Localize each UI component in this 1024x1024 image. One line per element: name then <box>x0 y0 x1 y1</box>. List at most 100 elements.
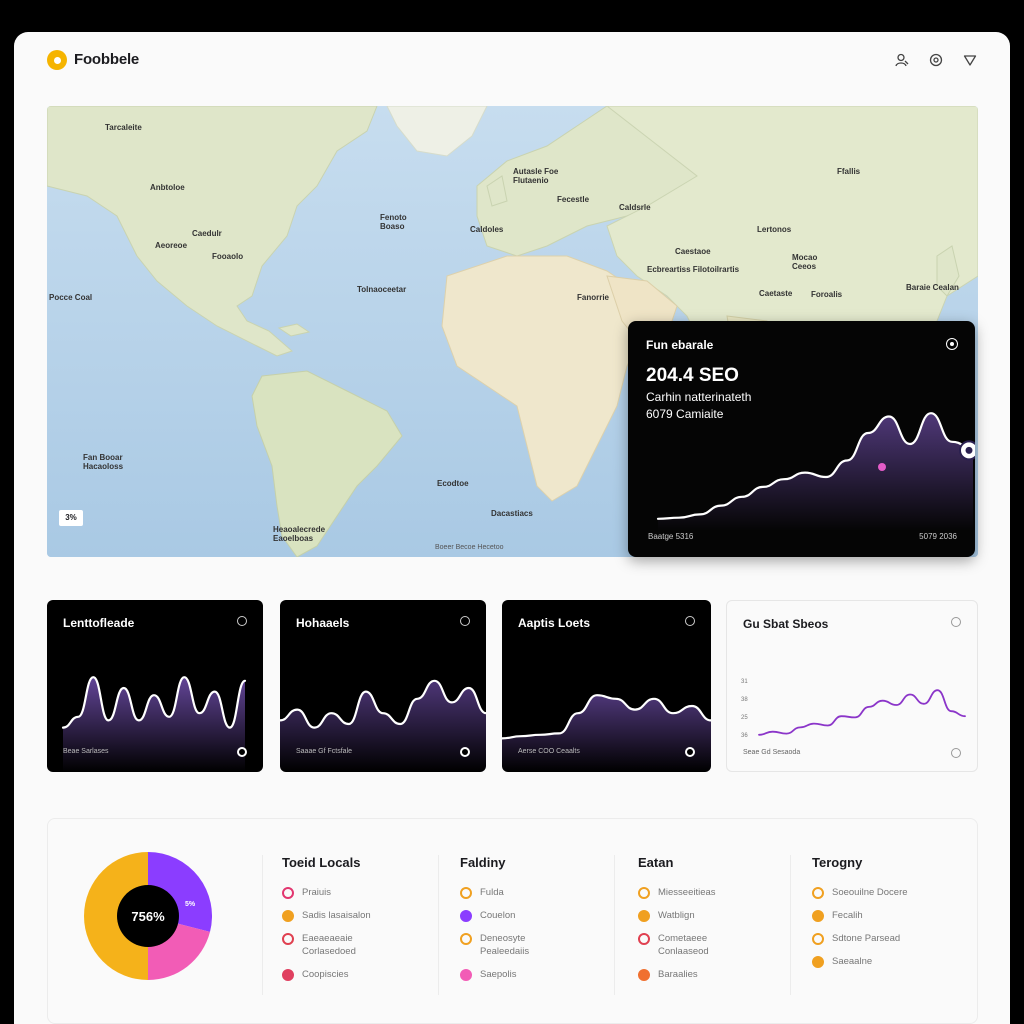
list-item[interactable]: Praiuis <box>282 886 442 899</box>
map-label: Caldoles <box>470 225 504 234</box>
map-label: Foroalis <box>811 290 843 299</box>
map-label: Aeoreoe <box>155 241 188 250</box>
card-title: Lenttofleade <box>63 616 135 630</box>
list-item-label: Fulda <box>480 887 504 898</box>
list-item-label: Couelon <box>480 910 516 921</box>
divider <box>614 855 615 995</box>
list-item-label: Sdtone Parsead <box>832 933 901 944</box>
map-label: Ffallis <box>837 167 861 176</box>
card-info-icon[interactable] <box>237 616 247 626</box>
list-item[interactable]: Soeouilne Docere <box>812 886 972 899</box>
list-item-label: Fecalih <box>832 910 863 921</box>
card-title: Aaptis Loets <box>518 616 591 630</box>
list-item[interactable]: Sadis lasaisalon <box>282 909 442 922</box>
list-item-label: Praiuis <box>302 887 332 898</box>
circle-icon <box>638 933 650 945</box>
list-item[interactable]: Miesseeitieas <box>638 886 798 899</box>
map-label: Caetaste <box>759 289 793 298</box>
column-title: Toeid Locals <box>282 855 361 870</box>
list-item[interactable]: Coopiscies <box>282 968 442 981</box>
column-title: Terogny <box>812 855 863 870</box>
card-toggle-icon[interactable] <box>951 748 961 758</box>
card-title: Gu Sbat Sbeos <box>743 617 829 631</box>
ring-icon <box>282 969 294 981</box>
coin-icon <box>460 887 472 899</box>
list-item[interactable]: Saeaalne <box>812 955 972 968</box>
series-line <box>758 689 966 736</box>
coin-icon <box>638 887 650 899</box>
metric-card-3[interactable]: Aaptis Loets Aerse COO Ceaalts <box>502 600 711 772</box>
list-item-label: Deneosyte Pealeedaiis <box>480 933 530 957</box>
user-icon[interactable] <box>892 50 912 70</box>
map-label: Lertonos <box>757 225 792 234</box>
card-toggle-icon[interactable] <box>685 747 695 757</box>
map-label: Fooaolo <box>212 252 244 261</box>
app-window: Foobbele Tarcaleite Anbtoloe Caedulr Foo… <box>14 32 1010 1024</box>
summary-panel: 756% 5% Toeid Locals Praiuis Sadis lasai… <box>47 818 978 1024</box>
logo-icon <box>47 50 67 70</box>
metric-card-4[interactable]: Gu Sbat Sbeos 31 38 25 36 Seae Gd Sesaod… <box>726 600 978 772</box>
card-info-icon[interactable] <box>460 616 470 626</box>
flame-icon <box>282 887 294 899</box>
list-item[interactable]: Saepolis <box>460 968 620 981</box>
hand-icon <box>460 910 472 922</box>
list-item[interactable]: Cometaeee Conlaaseod <box>638 932 798 958</box>
circle-icon <box>282 933 294 945</box>
donut-center-value: 756% <box>131 909 165 924</box>
map-label: Anbtoloe <box>150 183 185 192</box>
map-label: Dacastiacs <box>491 509 533 518</box>
map-detail-popup[interactable]: Fun ebarale 204.4 SEO Carhin natterinate… <box>628 321 975 557</box>
cup-icon <box>638 910 650 922</box>
popup-footer-left: Baatge 5316 <box>648 532 694 541</box>
card-toggle-icon[interactable] <box>237 747 247 757</box>
card-info-icon[interactable] <box>685 616 695 626</box>
category-column: Faldiny Fulda Couelon Deneosyte Pealeeda… <box>460 855 620 991</box>
list-item[interactable]: Fulda <box>460 886 620 899</box>
list-item[interactable]: Fecalih <box>812 909 972 922</box>
list-item-label: Eaeaeaeaie Corlasedoed <box>302 933 356 957</box>
heart-icon[interactable] <box>960 50 980 70</box>
header-actions <box>892 50 980 70</box>
list-item-label: Soeouilne Docere <box>832 887 908 898</box>
series-area <box>63 677 245 772</box>
map-label: Fanorrie <box>577 293 610 302</box>
map-label: Fenoto Boaso <box>380 213 407 231</box>
map-label: Caldsrle <box>619 203 651 212</box>
divider <box>262 855 263 995</box>
map-label: Ecodtoe <box>437 479 469 488</box>
list-item-label: Baraalies <box>658 969 698 980</box>
map-label: Autasle Foe Flutaenio <box>513 167 559 185</box>
pill-icon <box>460 969 472 981</box>
map-label: Caedulr <box>192 229 222 238</box>
list-item-label: Miesseeitieas <box>658 887 716 898</box>
list-item-label: Sadis lasaisalon <box>302 910 371 921</box>
y-tick-label: 36 <box>741 733 748 739</box>
map-label: Fecestle <box>557 195 590 204</box>
list-item[interactable]: Deneosyte Pealeedaiis <box>460 932 620 958</box>
settings-icon[interactable] <box>926 50 946 70</box>
y-tick-label: 25 <box>741 715 748 721</box>
list-item[interactable]: Couelon <box>460 909 620 922</box>
popup-title: Fun ebarale <box>646 338 714 352</box>
list-item[interactable]: Eaeaeaeaie Corlasedoed <box>282 932 442 958</box>
list-item[interactable]: Baraalies <box>638 968 798 981</box>
list-item-label: Cometaeee Conlaaseod <box>658 933 709 957</box>
map-label: Mocao Ceeos <box>792 253 818 271</box>
card-info-icon[interactable] <box>951 617 961 627</box>
list-item[interactable]: Watblign <box>638 909 798 922</box>
list-item[interactable]: Sdtone Parsead <box>812 932 972 945</box>
map-label: Ecbreartiss Filotoilrartis <box>647 265 740 274</box>
chart-marker <box>878 463 886 471</box>
coin-icon <box>460 933 472 945</box>
map-label: Tolnaoceetar <box>357 285 407 294</box>
y-tick-label: 38 <box>741 697 748 703</box>
map-attribution: Boeer Becoe Hecetoo <box>435 544 504 551</box>
ring-icon <box>812 887 824 899</box>
metric-card-1[interactable]: Lenttofleade Beae Sarlases <box>47 600 263 772</box>
card-toggle-icon[interactable] <box>460 747 470 757</box>
card-footer: Saaae Gf Fctsfale <box>296 748 353 755</box>
divider <box>438 855 439 995</box>
popup-line-chart <box>656 412 975 531</box>
popup-close-icon[interactable] <box>946 338 958 350</box>
metric-card-2[interactable]: Hohaaels Saaae Gf Fctsfale <box>280 600 486 772</box>
